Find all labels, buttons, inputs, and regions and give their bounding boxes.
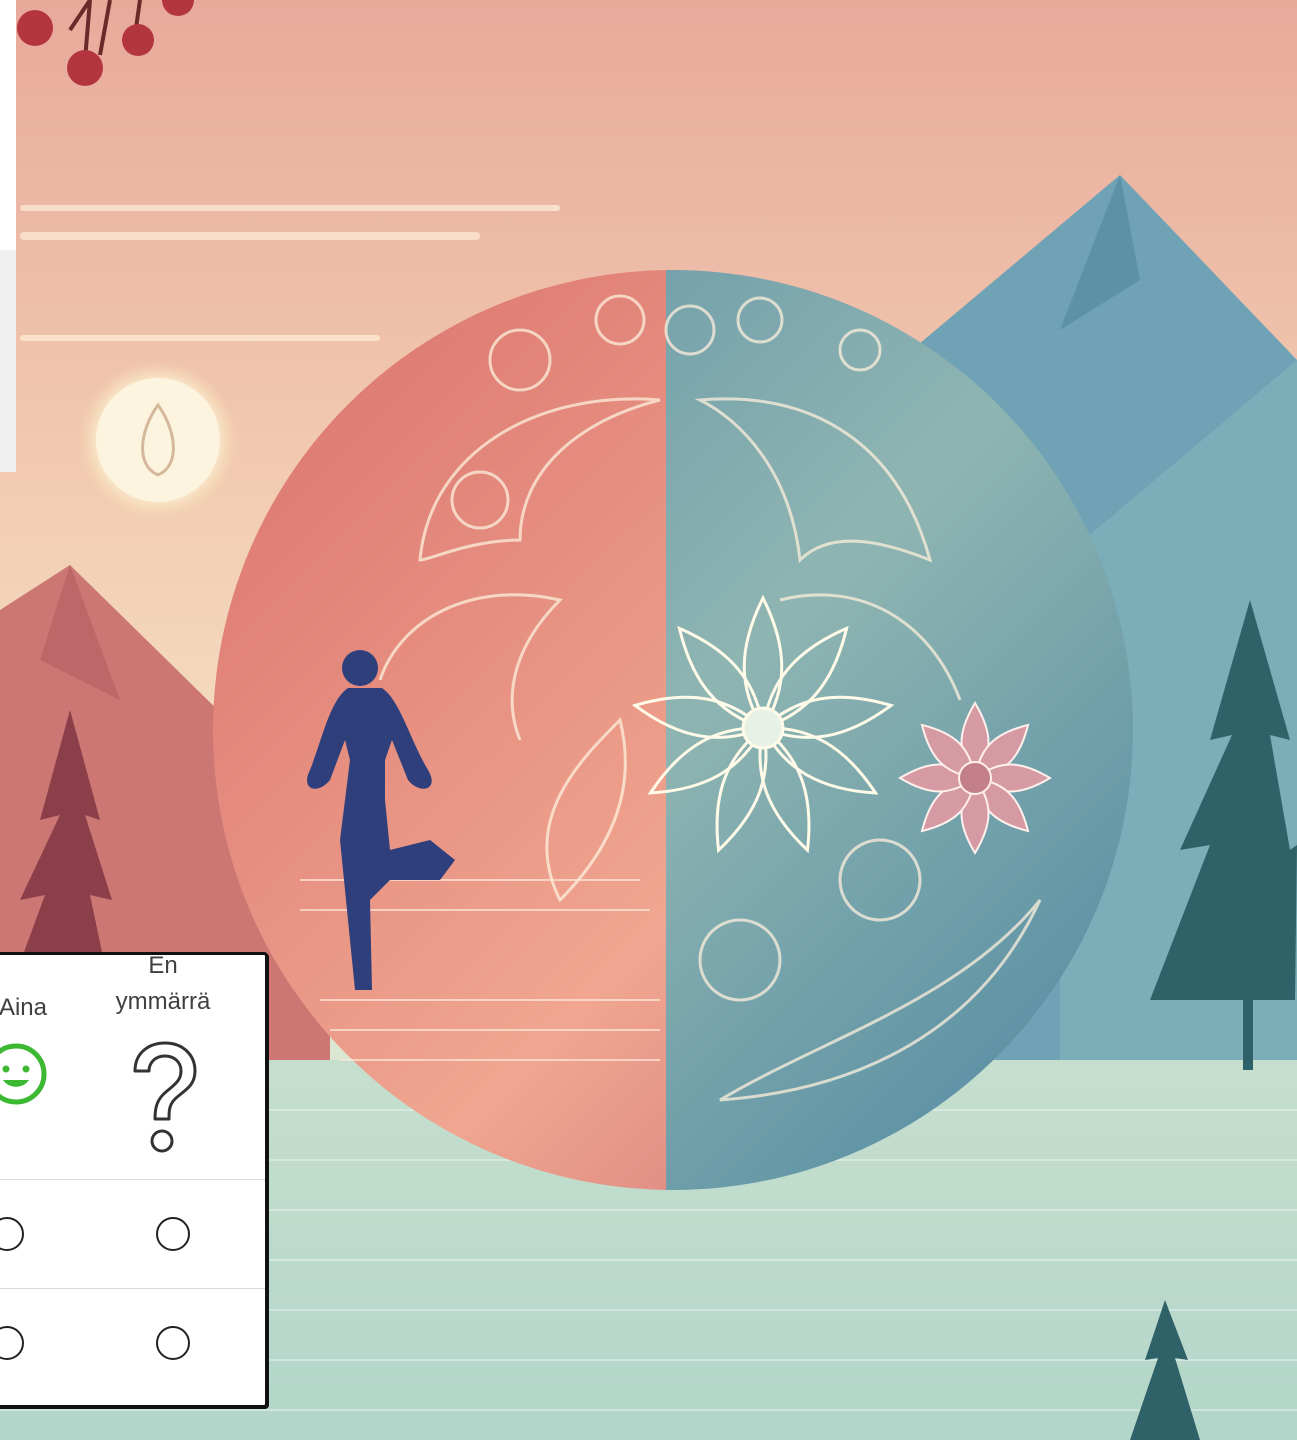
- smiley-face-icon: [0, 1043, 47, 1105]
- row1-dont-understand-radio[interactable]: [156, 1217, 190, 1251]
- page-left-edge: [0, 0, 16, 250]
- row-divider-1: [0, 1179, 265, 1180]
- row1-always-radio[interactable]: [0, 1217, 24, 1251]
- row2-always-radio[interactable]: [0, 1326, 24, 1360]
- column-always-label: Aina: [0, 994, 48, 1021]
- column-dont-understand-label-line1: En: [148, 952, 178, 979]
- row-divider-2: [0, 1288, 265, 1289]
- page-left-panel: [0, 250, 16, 472]
- survey-response-card: Aina En ymmärrä: [0, 952, 268, 1408]
- question-mark-icon: [133, 1041, 197, 1153]
- column-dont-understand-label-line2: ymmärrä: [115, 988, 211, 1015]
- row2-dont-understand-radio[interactable]: [156, 1326, 190, 1360]
